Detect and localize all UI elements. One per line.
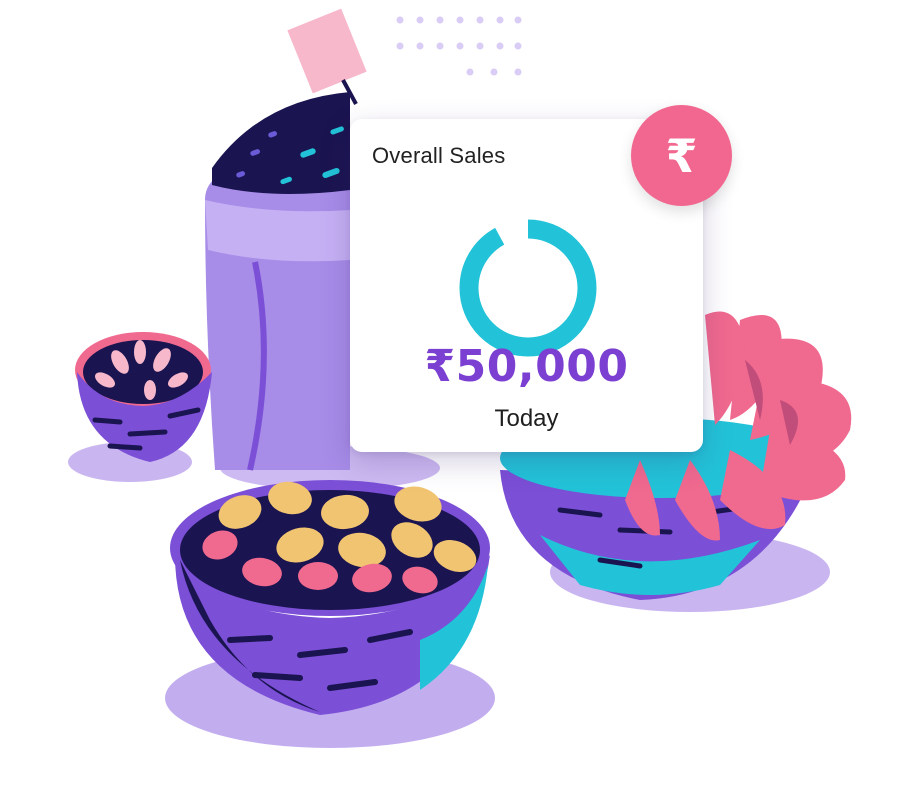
spice-sack	[205, 92, 350, 471]
rupee-icon: ₹	[665, 129, 698, 183]
sales-progress-ring	[459, 219, 597, 357]
sales-period: Today	[494, 405, 559, 432]
sales-progress-arc	[459, 219, 597, 357]
price-tag	[287, 8, 367, 105]
dot-grid-decoration	[396, 16, 522, 76]
currency-badge: ₹	[631, 105, 732, 206]
left-spice-bowl	[75, 332, 212, 462]
card-title: Overall Sales	[372, 143, 506, 168]
sales-amount: ₹50,000	[424, 341, 629, 392]
